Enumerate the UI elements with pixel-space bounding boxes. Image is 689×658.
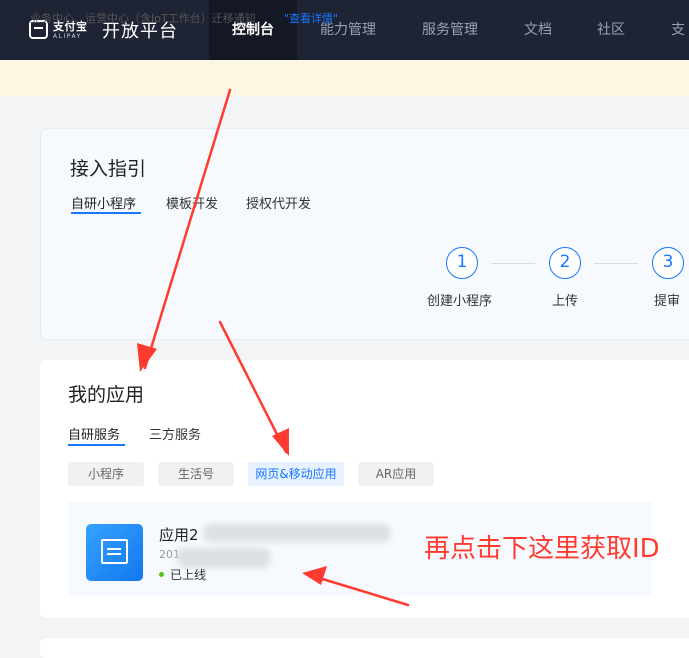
annotation-text: 再点击下这里获取ID [424, 534, 660, 564]
arrow-head-3 [302, 566, 327, 585]
arrow-head-1 [137, 343, 157, 372]
arrow-line-1 [143, 88, 232, 370]
arrow-line-2 [218, 320, 288, 454]
